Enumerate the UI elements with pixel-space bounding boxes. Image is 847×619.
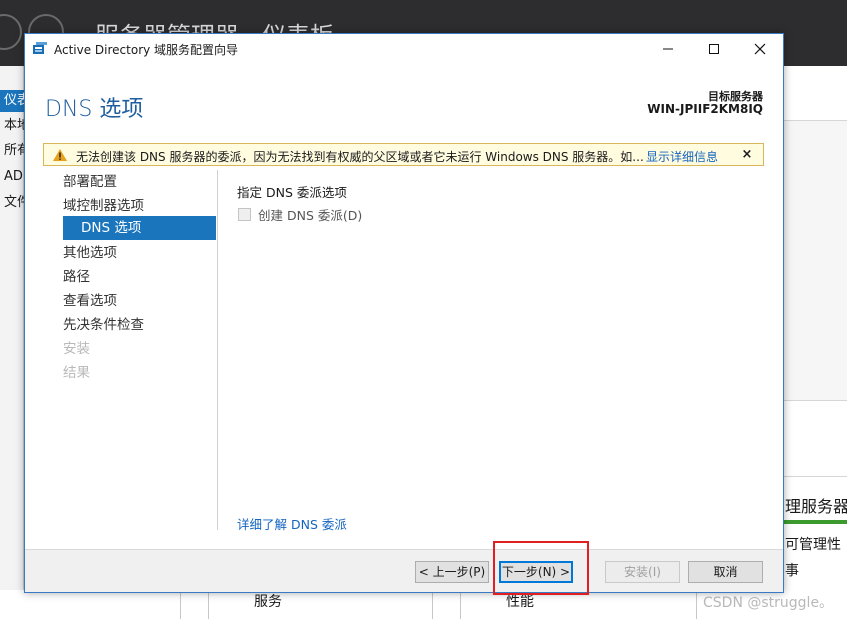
divider (180, 590, 181, 619)
divider (783, 120, 847, 121)
warning-close-icon[interactable]: × (740, 147, 754, 163)
manageability-label: 可管理性 (785, 537, 841, 553)
minimize-button[interactable] (645, 34, 691, 64)
nav-divider (217, 170, 218, 530)
learn-more-dns-delegation-link[interactable]: 详细了解 DNS 委派 (237, 514, 347, 533)
background-right-shade (783, 120, 847, 400)
back-nav-icon[interactable] (0, 14, 22, 50)
warning-icon (53, 149, 67, 161)
divider (783, 476, 847, 477)
dialog-footer: < 上一步(P) 下一步(N) > 安装(I) 取消 (25, 549, 783, 592)
nav-item-dc-options[interactable]: 域控制器选项 (63, 194, 144, 218)
sidebar-item-ad[interactable]: AD (0, 166, 24, 188)
cancel-button[interactable]: 取消 (688, 561, 763, 583)
previous-button[interactable]: < 上一步(P) (415, 561, 489, 583)
wizard-navigation: 部署配置 域控制器选项 DNS 选项 其他选项 路径 查看选项 先决条件检查 安… (25, 170, 216, 530)
install-button: 安装(I) (605, 561, 680, 583)
target-server-name: WIN-JPIIF2KM8IQ (647, 102, 763, 116)
create-dns-delegation-label: 创建 DNS 委派(D) (258, 207, 363, 223)
show-details-link[interactable]: 显示详细信息 (646, 148, 718, 165)
sidebar-item-file[interactable]: 文件 (0, 192, 24, 214)
close-icon (754, 43, 766, 55)
warning-message: 无法创建该 DNS 服务器的委派，因为无法找到有权威的父区域或者它未运行 Win… (76, 150, 644, 164)
sidebar-item-dashboard[interactable]: 仪表 (0, 90, 24, 112)
maximize-icon (709, 44, 719, 54)
nav-item-prereq-check[interactable]: 先决条件检查 (63, 313, 144, 337)
close-button[interactable] (737, 34, 783, 64)
ad-ds-config-wizard-dialog: Active Directory 域服务配置向导 DNS 选项 目标服务器 WI… (24, 33, 784, 593)
nav-item-install: 安装 (63, 341, 90, 357)
status-bar-green (783, 520, 847, 524)
events-label: 事 (785, 563, 799, 579)
sidebar-item-all[interactable]: 所有 (0, 140, 24, 162)
sidebar-item-local[interactable]: 本地 (0, 115, 24, 137)
maximize-button[interactable] (691, 34, 737, 64)
minimize-icon (663, 48, 673, 50)
server-app-icon (33, 42, 47, 54)
divider (460, 590, 461, 619)
dialog-titlebar[interactable]: Active Directory 域服务配置向导 (25, 34, 783, 64)
nav-item-deployment-config[interactable]: 部署配置 (63, 170, 117, 194)
dialog-title: Active Directory 域服务配置向导 (54, 43, 239, 57)
page-title: DNS 选项 (45, 97, 144, 122)
create-dns-delegation-option[interactable]: 创建 DNS 委派(D) (238, 206, 363, 223)
divider (432, 590, 433, 619)
nav-item-paths[interactable]: 路径 (63, 265, 90, 289)
divider (783, 400, 847, 401)
nav-item-dns-options[interactable]: DNS 选项 (63, 216, 216, 240)
next-button-highlight (493, 541, 589, 595)
nav-item-additional-options[interactable]: 其他选项 (63, 241, 117, 265)
create-dns-delegation-checkbox[interactable] (238, 207, 251, 221)
manage-servers-heading: 理服务器 (785, 497, 847, 516)
services-label: 服务 (254, 594, 282, 610)
divider (208, 590, 209, 619)
nav-item-review-options[interactable]: 查看选项 (63, 289, 117, 313)
warning-banner: 无法创建该 DNS 服务器的委派，因为无法找到有权威的父区域或者它未运行 Win… (43, 143, 764, 166)
background-sidebar: 仪表 本地 所有 AD 文件 (0, 66, 24, 619)
divider (696, 590, 697, 619)
nav-item-results: 结果 (63, 365, 90, 381)
watermark: CSDN @struggle。 (703, 595, 834, 611)
section-title: 指定 DNS 委派选项 (237, 185, 347, 200)
